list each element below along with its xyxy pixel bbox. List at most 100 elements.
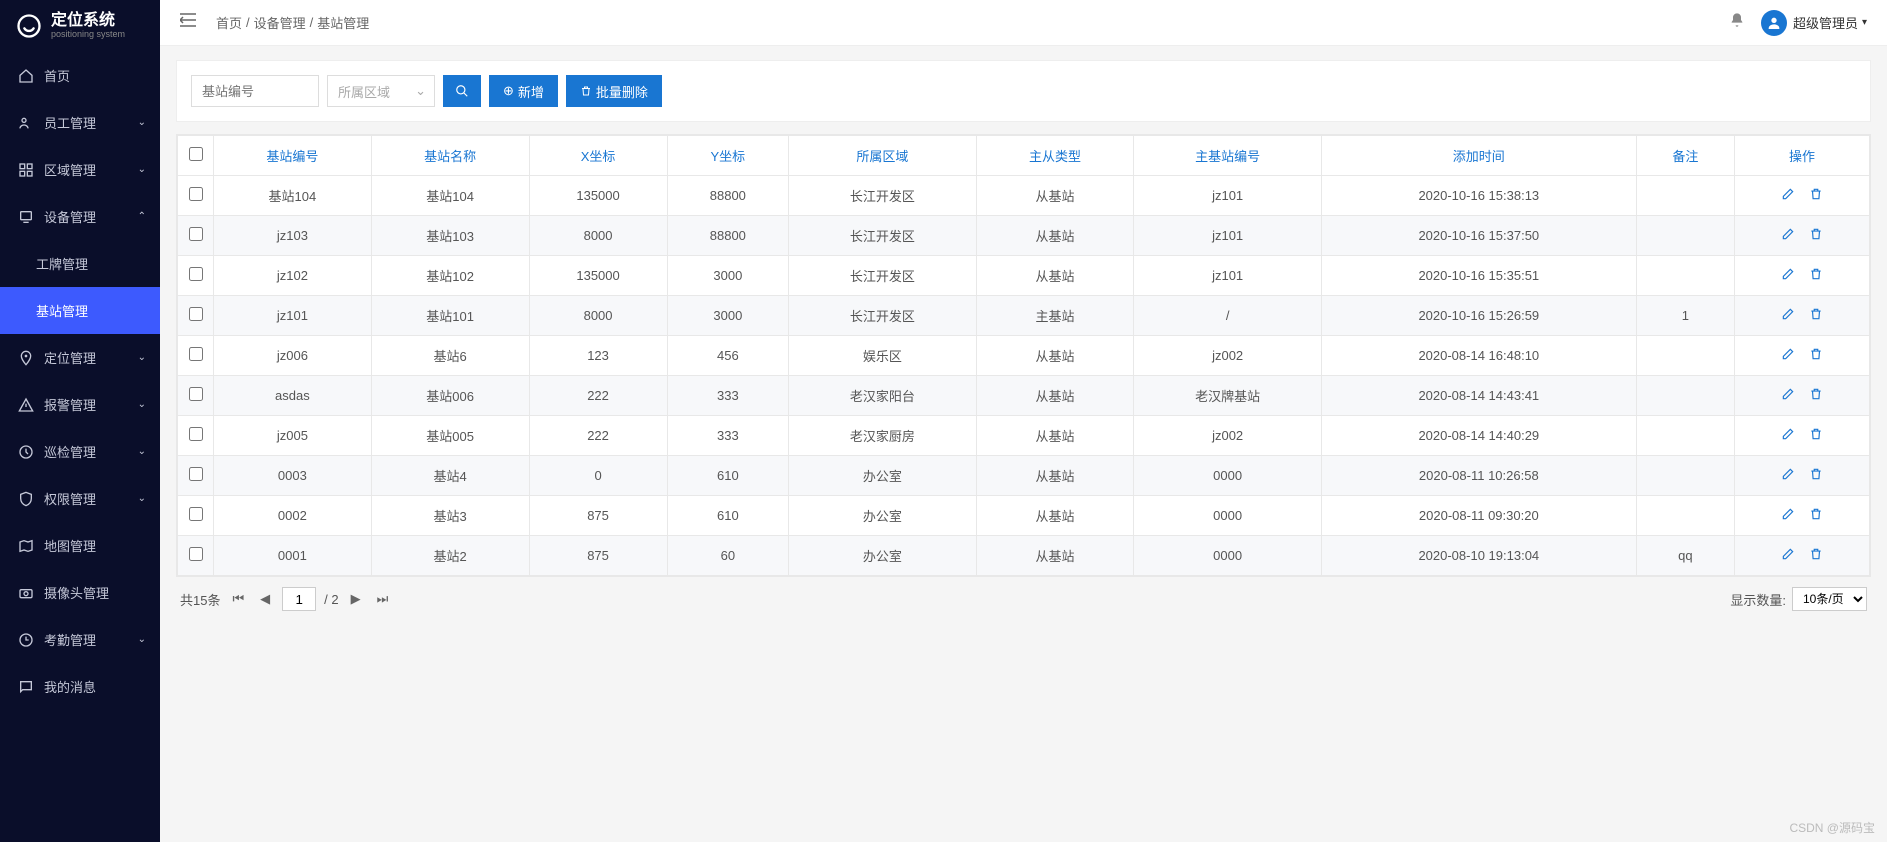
row-checkbox[interactable] <box>189 227 203 241</box>
col-header[interactable]: 操作 <box>1735 136 1870 176</box>
cell-time: 2020-08-11 09:30:20 <box>1321 496 1636 536</box>
user-menu[interactable]: 超级管理员 ▾ <box>1761 10 1867 36</box>
col-header[interactable]: 基站编号 <box>214 136 372 176</box>
nav-item-地图管理[interactable]: 地图管理 <box>0 522 160 569</box>
edit-button[interactable] <box>1781 547 1795 564</box>
delete-button[interactable] <box>1809 467 1823 484</box>
search-button[interactable] <box>443 75 481 107</box>
main-area: 首页 / 设备管理 / 基站管理 超级管理员 ▾ <box>160 0 1887 842</box>
nav-item-我的消息[interactable]: 我的消息 <box>0 663 160 710</box>
nav-item-首页[interactable]: 首页 <box>0 52 160 99</box>
col-header[interactable]: 添加时间 <box>1321 136 1636 176</box>
nav-item-工牌管理[interactable]: 工牌管理 <box>0 240 160 287</box>
select-all-checkbox[interactable] <box>189 147 203 161</box>
row-checkbox[interactable] <box>189 187 203 201</box>
chevron-down-icon: ⌄ <box>138 446 146 457</box>
cell-id: jz005 <box>214 416 372 456</box>
next-page-button[interactable]: ▶ <box>347 589 365 609</box>
delete-button[interactable] <box>1809 347 1823 364</box>
row-checkbox[interactable] <box>189 347 203 361</box>
cell-time: 2020-08-14 14:43:41 <box>1321 376 1636 416</box>
edit-button[interactable] <box>1781 227 1795 244</box>
nav-item-员工管理[interactable]: 员工管理⌄ <box>0 99 160 146</box>
map-icon <box>18 538 34 554</box>
delete-button[interactable] <box>1809 307 1823 324</box>
row-checkbox[interactable] <box>189 547 203 561</box>
cell-remark: 1 <box>1636 296 1734 336</box>
breadcrumb-item[interactable]: 设备管理 <box>254 13 306 32</box>
delete-button[interactable] <box>1809 427 1823 444</box>
nav-label: 地图管理 <box>44 536 96 555</box>
pin-icon <box>18 350 34 366</box>
page-size-select[interactable]: 10条/页 <box>1792 587 1867 611</box>
nav-item-摄像头管理[interactable]: 摄像头管理 <box>0 569 160 616</box>
col-header[interactable]: X坐标 <box>529 136 667 176</box>
last-page-button[interactable]: ⏭ <box>373 589 393 609</box>
page-input[interactable] <box>282 587 316 611</box>
cell-id: jz006 <box>214 336 372 376</box>
edit-button[interactable] <box>1781 467 1795 484</box>
trash-icon <box>1809 187 1823 201</box>
cell-id: jz102 <box>214 256 372 296</box>
row-checkbox[interactable] <box>189 427 203 441</box>
breadcrumb-item[interactable]: 首页 <box>216 13 242 32</box>
notifications-button[interactable] <box>1729 12 1745 33</box>
cell-x: 8000 <box>529 216 667 256</box>
row-checkbox[interactable] <box>189 267 203 281</box>
delete-button[interactable] <box>1809 227 1823 244</box>
col-header[interactable]: Y坐标 <box>667 136 789 176</box>
col-header[interactable]: 主从类型 <box>976 136 1134 176</box>
col-header[interactable]: 备注 <box>1636 136 1734 176</box>
cell-id: 0001 <box>214 536 372 576</box>
nav-item-设备管理[interactable]: 设备管理⌃ <box>0 193 160 240</box>
nav-item-考勤管理[interactable]: 考勤管理⌄ <box>0 616 160 663</box>
edit-button[interactable] <box>1781 387 1795 404</box>
search-input[interactable] <box>191 75 319 107</box>
toolbar: 所属区域 ⊕ 新增 批量删除 <box>176 60 1871 122</box>
edit-button[interactable] <box>1781 427 1795 444</box>
table-row: jz103基站103800088800长江开发区从基站jz1012020-10-… <box>178 216 1870 256</box>
cell-name: 基站104 <box>371 176 529 216</box>
row-checkbox[interactable] <box>189 507 203 521</box>
bell-icon <box>1729 12 1745 28</box>
delete-button[interactable] <box>1809 267 1823 284</box>
nav-item-权限管理[interactable]: 权限管理⌄ <box>0 475 160 522</box>
delete-button[interactable] <box>1809 547 1823 564</box>
alert-icon <box>18 397 34 413</box>
col-header[interactable]: 所属区域 <box>789 136 977 176</box>
delete-button[interactable] <box>1809 387 1823 404</box>
delete-button[interactable] <box>1809 507 1823 524</box>
trash-icon <box>580 85 592 97</box>
collapse-sidebar-button[interactable] <box>180 13 196 32</box>
add-button[interactable]: ⊕ 新增 <box>489 75 558 107</box>
edit-button[interactable] <box>1781 307 1795 324</box>
batch-delete-button[interactable]: 批量删除 <box>566 75 662 107</box>
col-header[interactable]: 主基站编号 <box>1134 136 1322 176</box>
users-icon <box>18 115 34 131</box>
brand-name: 定位系统 <box>51 13 125 29</box>
nav-item-报警管理[interactable]: 报警管理⌄ <box>0 381 160 428</box>
col-header[interactable]: 基站名称 <box>371 136 529 176</box>
clock-icon <box>18 632 34 648</box>
watermark: CSDN @源码宝 <box>1789 819 1875 836</box>
prev-page-button[interactable]: ◀ <box>256 589 274 609</box>
cell-area: 长江开发区 <box>789 216 977 256</box>
nav-item-区域管理[interactable]: 区域管理⌄ <box>0 146 160 193</box>
trash-icon <box>1809 307 1823 321</box>
nav-item-基站管理[interactable]: 基站管理 <box>0 287 160 334</box>
logo-icon <box>15 12 43 40</box>
edit-button[interactable] <box>1781 187 1795 204</box>
edit-button[interactable] <box>1781 507 1795 524</box>
row-checkbox[interactable] <box>189 307 203 321</box>
edit-button[interactable] <box>1781 267 1795 284</box>
row-checkbox[interactable] <box>189 467 203 481</box>
nav-item-巡检管理[interactable]: 巡检管理⌄ <box>0 428 160 475</box>
cell-type: 从基站 <box>976 416 1134 456</box>
area-select[interactable]: 所属区域 <box>327 75 435 107</box>
breadcrumb-item[interactable]: 基站管理 <box>317 13 369 32</box>
edit-button[interactable] <box>1781 347 1795 364</box>
nav-item-定位管理[interactable]: 定位管理⌄ <box>0 334 160 381</box>
row-checkbox[interactable] <box>189 387 203 401</box>
first-page-button[interactable]: ⏮ <box>228 589 248 609</box>
delete-button[interactable] <box>1809 187 1823 204</box>
